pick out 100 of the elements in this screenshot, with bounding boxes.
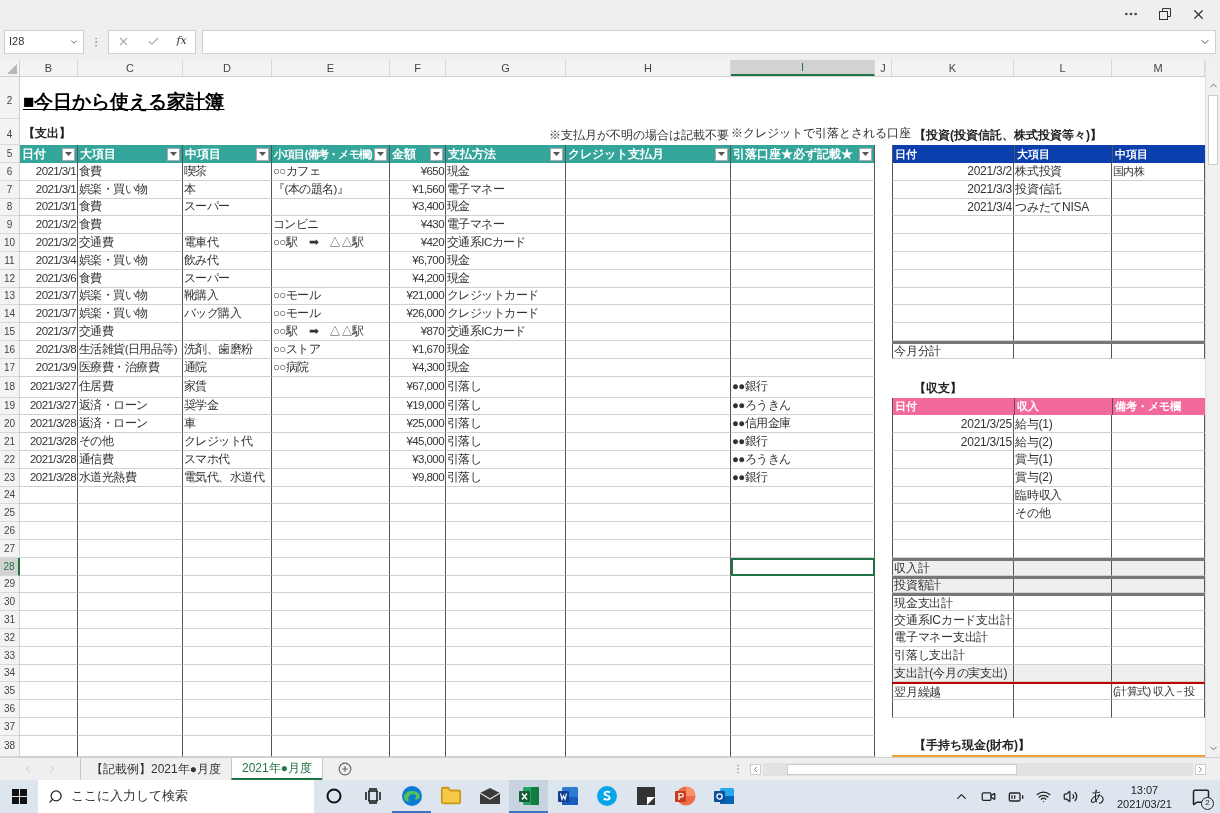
insert-function-button[interactable]: fx (176, 33, 187, 50)
row-number[interactable]: 35 (0, 682, 20, 701)
column-title: 中項目 (185, 146, 221, 163)
table-cell (20, 646, 78, 665)
filter-button[interactable] (715, 147, 728, 161)
caret-icon (259, 152, 266, 156)
sheet-tab[interactable]: 2021年●月度 (230, 758, 322, 780)
table-cell: 現金 (446, 198, 566, 217)
table-cell: 2021/3/1 (20, 180, 78, 199)
filter-button[interactable] (859, 147, 872, 161)
column-title: 支払方法 (448, 146, 496, 163)
row-number[interactable]: 15 (0, 323, 20, 341)
table-cell: 食費 (78, 163, 183, 181)
filter-button[interactable] (167, 147, 180, 161)
section-heading: 【収支】 (914, 379, 962, 397)
volume-icon[interactable] (1062, 789, 1078, 804)
row-number[interactable]: 26 (0, 522, 20, 540)
row-number[interactable]: 31 (0, 611, 20, 629)
filter-button[interactable] (256, 147, 269, 161)
row-number[interactable]: 36 (0, 700, 20, 718)
row-number[interactable]: 38 (0, 735, 20, 757)
table-cell: ●●ろうきん (731, 450, 875, 469)
name-box[interactable]: I28 (4, 29, 84, 54)
table-cell: 電子マネー (446, 180, 566, 199)
table-cell: 住居費 (78, 376, 183, 398)
column-title: 小項目(備考・メモ欄) (274, 146, 372, 162)
table-cell: 2021/3/2 (20, 234, 78, 252)
column-letter[interactable]: L (1014, 60, 1112, 76)
table-cell: 娯楽・買い物 (78, 180, 183, 199)
clock-date: 2021/03/21 (1116, 796, 1172, 811)
table-cell: ○○ストア (272, 340, 390, 359)
filter-button[interactable] (374, 147, 387, 161)
column-letter[interactable]: E (272, 60, 390, 76)
table-cell: 電車代 (183, 234, 272, 252)
row-number[interactable]: 10 (0, 234, 20, 252)
row-number[interactable]: 25 (0, 504, 20, 523)
table-cell: 2021/3/4 (20, 252, 78, 270)
input-method-indicator[interactable]: あ (1089, 785, 1105, 808)
row-number[interactable]: 9 (0, 216, 20, 235)
add-sheet-icon[interactable] (338, 762, 353, 776)
row-number[interactable]: 4 (0, 124, 20, 145)
row-number[interactable]: 14 (0, 305, 20, 324)
column-title: 中項目 (1115, 146, 1148, 162)
table-cell: ¥6,700 (390, 252, 446, 270)
scrollbar-thumb[interactable] (787, 763, 1017, 775)
formula-field[interactable] (202, 29, 1216, 54)
scroll-left-icon[interactable] (750, 763, 761, 775)
row-number[interactable]: 21 (0, 433, 20, 451)
table-cell: 2021/3/8 (20, 340, 78, 359)
table-cell (20, 486, 78, 505)
table-cell: ○○駅 ➡ △△駅 (272, 234, 390, 252)
section-heading: 【支出】 (23, 126, 71, 140)
filter-button[interactable] (550, 147, 563, 161)
table-cell (20, 717, 78, 736)
column-letter[interactable]: B (20, 60, 78, 76)
check-icon[interactable] (146, 35, 160, 48)
column-letter[interactable]: D (183, 60, 272, 76)
row-number[interactable]: 6 (0, 163, 20, 181)
search-field[interactable]: ここに入力して検索 (71, 787, 314, 806)
column-letter[interactable]: J (875, 60, 892, 76)
table-cell (390, 575, 446, 594)
scroll-right-icon[interactable] (1195, 763, 1206, 775)
column-letter[interactable]: I (731, 60, 875, 76)
section-heading: 【手持ち現金(財布)】 (914, 736, 1030, 754)
column-letter[interactable]: G (446, 60, 566, 76)
table-cell: ¥9,800 (390, 468, 446, 487)
table-cell: ¥1,560 (390, 180, 446, 199)
column-letter[interactable]: K (892, 60, 1014, 76)
table-cell: 今月分計 (892, 343, 1014, 359)
column-title: 大項目 (1017, 146, 1050, 162)
table-cell: 娯楽・買い物 (78, 252, 183, 270)
table-cell: 電子マネー (446, 216, 566, 235)
table-cell: 引落し (446, 468, 566, 487)
table-cell (20, 504, 78, 523)
start-icon[interactable] (11, 789, 27, 804)
row-number[interactable]: 5 (0, 145, 20, 163)
column-title: 金額 (392, 146, 416, 163)
row-number[interactable]: 2 (0, 82, 20, 119)
filter-button[interactable] (62, 147, 75, 161)
filter-button[interactable] (430, 147, 443, 161)
selected-cell[interactable] (731, 557, 875, 576)
row-number[interactable]: 20 (0, 415, 20, 434)
wifi-icon[interactable] (1035, 789, 1051, 804)
camera-icon[interactable] (980, 789, 996, 804)
table-cell: ¥21,000 (390, 287, 446, 306)
table-cell: 2021/3/28 (20, 468, 78, 487)
restore-icon[interactable] (1159, 8, 1171, 20)
folder-icon (439, 784, 462, 807)
column-letter[interactable]: F (390, 60, 446, 76)
column-title: 大項目 (80, 146, 116, 163)
row-number[interactable]: 18 (0, 376, 20, 398)
table-cell: 交通費 (78, 323, 183, 341)
table-cell: 交通系ICカード (446, 234, 566, 252)
table-cell: 娯楽・買い物 (78, 305, 183, 324)
row-number[interactable]: 30 (0, 593, 20, 612)
search-box[interactable]: ここに入力して検索 (38, 780, 314, 813)
column-letter[interactable]: C (78, 60, 183, 76)
table-cell: ●●銀行 (731, 433, 875, 451)
scrollbar-thumb[interactable] (1208, 95, 1218, 165)
column-title: 日付 (22, 146, 46, 163)
